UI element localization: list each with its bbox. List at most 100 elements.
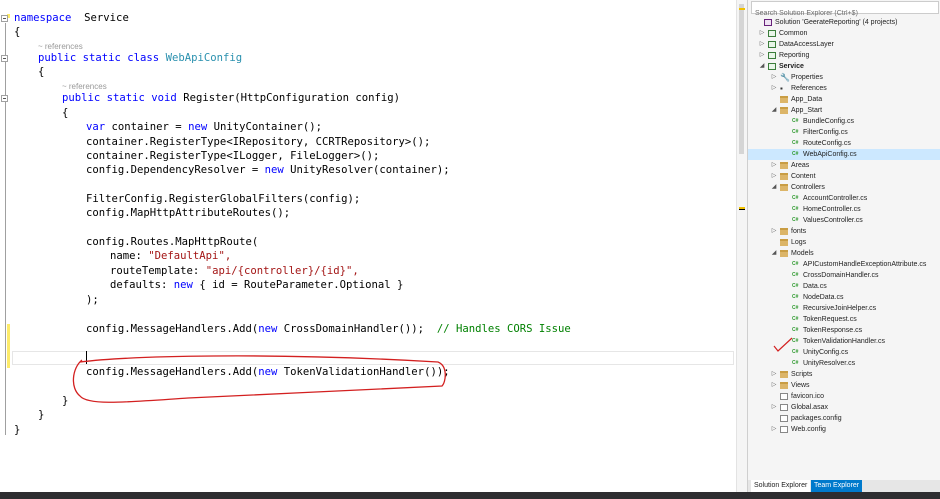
csharp-file-icon: C#	[792, 129, 799, 135]
csharp-file-icon: C#	[792, 217, 799, 223]
tree-item-label: Logs	[791, 239, 807, 246]
collapsed-arrow-icon[interactable]: ▷	[770, 171, 778, 182]
code-text: );	[86, 294, 99, 306]
tree-item-app-data[interactable]: App_Data	[748, 94, 940, 105]
tree-item-token-request[interactable]: C# TokenRequest.cs	[748, 314, 940, 325]
tree-item-properties[interactable]: ▷ 🔧 Properties	[748, 72, 940, 83]
csharp-file-icon: C#	[792, 272, 799, 278]
expanded-arrow-icon[interactable]: ◢	[758, 61, 766, 72]
tree-item-views[interactable]: ▷ Views	[748, 380, 940, 391]
csharp-file-icon: C#	[792, 140, 799, 146]
expanded-arrow-icon[interactable]: ◢	[770, 248, 778, 259]
csharp-file-icon: C#	[792, 206, 799, 212]
collapsed-arrow-icon[interactable]: ▷	[770, 380, 778, 391]
folder-icon	[780, 162, 788, 169]
code-line: container.RegisterType<ILogger, FileLogg…	[86, 149, 379, 164]
file-icon	[780, 426, 788, 433]
tree-item-data-cs[interactable]: C# Data.cs	[748, 281, 940, 292]
tree-item-home-controller[interactable]: C# HomeController.cs	[748, 204, 940, 215]
collapsed-arrow-icon[interactable]: ▷	[770, 402, 778, 413]
tree-item-token-response[interactable]: C# TokenResponse.cs	[748, 325, 940, 336]
tree-item-app-start[interactable]: ◢ App_Start	[748, 105, 940, 116]
csharp-file-icon: C#	[792, 327, 799, 333]
tree-item-scripts[interactable]: ▷ Scripts	[748, 369, 940, 380]
code-line: container.RegisterType<IRepository, CCRT…	[86, 135, 430, 150]
tree-item-logs[interactable]: Logs	[748, 237, 940, 248]
collapsed-arrow-icon[interactable]: ▷	[770, 160, 778, 171]
tree-item-models[interactable]: ◢ Models	[748, 248, 940, 259]
tree-item-packages-config[interactable]: packages.config	[748, 413, 940, 424]
tree-item-label: RouteConfig.cs	[803, 140, 851, 147]
code-text: routeTemplate:	[110, 265, 200, 277]
csharp-file-icon: C#	[792, 316, 799, 322]
tree-item-label: UnityResolver.cs	[803, 360, 856, 367]
csharp-file-icon: C#	[792, 195, 799, 201]
csharp-project-icon	[768, 30, 776, 37]
tree-item-fonts[interactable]: ▷ fonts	[748, 226, 940, 237]
tree-item-label: UnityConfig.cs	[803, 349, 849, 356]
keyword: public static void	[62, 92, 177, 104]
collapse-method-icon[interactable]	[1, 95, 8, 102]
tree-item-cross-domain-handler[interactable]: C# CrossDomainHandler.cs	[748, 270, 940, 281]
tree-item-service[interactable]: ◢ Service	[748, 61, 940, 72]
collapsed-arrow-icon[interactable]: ▷	[770, 369, 778, 380]
csharp-file-icon: C#	[792, 305, 799, 311]
tree-item-content[interactable]: ▷ Content	[748, 171, 940, 182]
tree-item-values-controller[interactable]: C# ValuesController.cs	[748, 215, 940, 226]
tree-item-api-custom-handle[interactable]: C# APICustomHandleExceptionAttribute.cs	[748, 259, 940, 270]
tree-item-label: NodeData.cs	[803, 294, 844, 301]
collapsed-arrow-icon[interactable]: ▷	[770, 424, 778, 435]
collapsed-arrow-icon[interactable]: ▷	[758, 50, 766, 61]
folder-icon	[780, 173, 788, 180]
keyword: new	[258, 323, 278, 335]
csharp-file-icon: C#	[792, 261, 799, 267]
collapsed-arrow-icon[interactable]: ▷	[770, 226, 778, 237]
code-text: UnityContainer();	[213, 121, 323, 133]
tree-item-filter-config[interactable]: C# FilterConfig.cs	[748, 127, 940, 138]
red-annotation-circle	[72, 355, 446, 403]
code-editor[interactable]: namespace Service { ~ references public …	[0, 0, 736, 492]
csharp-project-icon	[768, 41, 776, 48]
code-text: container =	[111, 121, 182, 133]
tree-item-controllers[interactable]: ◢ Controllers	[748, 182, 940, 193]
code-text: container.RegisterType<ILogger, FileLogg…	[86, 150, 380, 162]
tree-item-node-data[interactable]: C# NodeData.cs	[748, 292, 940, 303]
tree-item-dal[interactable]: ▷ DataAccessLayer	[748, 39, 940, 50]
tab-solution-explorer[interactable]: Solution Explorer	[751, 480, 811, 492]
collapse-namespace-icon[interactable]	[1, 15, 8, 22]
editor-vertical-scrollbar[interactable]	[736, 0, 747, 492]
file-icon	[780, 393, 788, 400]
tree-item-unity-resolver[interactable]: C# UnityResolver.cs	[748, 358, 940, 369]
tree-item-reporting[interactable]: ▷ Reporting	[748, 50, 940, 61]
keyword: public static class	[38, 52, 160, 64]
tree-item-route-config[interactable]: C# RouteConfig.cs	[748, 138, 940, 149]
tree-item-sln[interactable]: Solution 'GeerateReporting' (4 projects)	[748, 17, 940, 28]
tree-item-label: Common	[779, 30, 808, 37]
tree-item-label: Web.config	[791, 426, 826, 433]
collapsed-arrow-icon[interactable]: ▷	[770, 72, 778, 83]
tree-item-favicon[interactable]: favicon.ico	[748, 391, 940, 402]
tree-item-webapi-config[interactable]: C# WebApiConfig.cs	[748, 149, 940, 160]
tab-team-explorer[interactable]: Team Explorer	[811, 480, 863, 492]
collapsed-arrow-icon[interactable]: ▷	[758, 28, 766, 39]
expanded-arrow-icon[interactable]: ◢	[770, 105, 778, 116]
collapsed-arrow-icon[interactable]: ▷	[758, 39, 766, 50]
tree-item-recursive-join-helper[interactable]: C# RecursiveJoinHelper.cs	[748, 303, 940, 314]
collapse-class-icon[interactable]	[1, 55, 8, 62]
tree-item-account-controller[interactable]: C# AccountController.cs	[748, 193, 940, 204]
code-text: config.Routes.MapHttpRoute(	[86, 236, 259, 248]
code-text: UnityResolver(container);	[290, 164, 450, 176]
scrollbar-thumb[interactable]	[739, 4, 744, 154]
tree-item-web-config[interactable]: ▷ Web.config	[748, 424, 940, 435]
collapsed-arrow-icon[interactable]: ▷	[770, 83, 778, 94]
search-box[interactable]	[751, 1, 939, 19]
tree-item-bundle-config[interactable]: C# BundleConfig.cs	[748, 116, 940, 127]
wrench-icon: 🔧	[780, 73, 790, 82]
tree-item-references[interactable]: ▷ ▪ References	[748, 83, 940, 94]
tree-item-global-asax[interactable]: ▷ Global.asax	[748, 402, 940, 413]
tree-item-areas[interactable]: ▷ Areas	[748, 160, 940, 171]
code-line: );	[86, 293, 99, 308]
expanded-arrow-icon[interactable]: ◢	[770, 182, 778, 193]
tree-item-label: Views	[791, 382, 810, 389]
tree-item-common[interactable]: ▷ Common	[748, 28, 940, 39]
